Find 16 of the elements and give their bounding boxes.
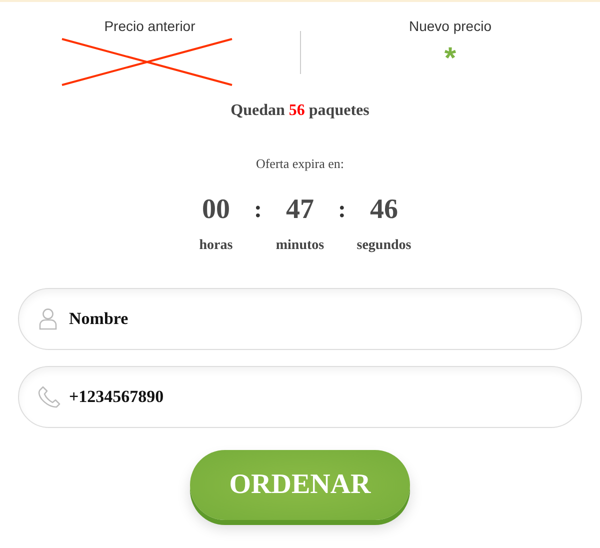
old-price-label: Precio anterior <box>104 18 196 34</box>
new-price-label: Nuevo precio <box>409 18 492 34</box>
timer-value: 47 <box>286 194 314 226</box>
order-button[interactable]: ORDENAR <box>190 450 410 520</box>
stock-text: Quedan 56 paquetes <box>230 102 370 120</box>
timer-separator: : <box>338 196 346 225</box>
name-field[interactable]: Nombre <box>18 288 582 350</box>
new-price-value: * <box>444 44 456 74</box>
timer-value: 00 <box>202 194 230 226</box>
timer-unit-label: horas <box>199 238 233 254</box>
phone-field[interactable]: +1234567890 <box>18 366 582 428</box>
timer-value: 46 <box>370 194 398 226</box>
timer-unit-label: segundos <box>356 238 412 254</box>
offer-label: Oferta expira en: <box>256 156 344 172</box>
timer-separator: : <box>254 196 262 225</box>
timer-unit-label: minutos <box>276 238 324 254</box>
